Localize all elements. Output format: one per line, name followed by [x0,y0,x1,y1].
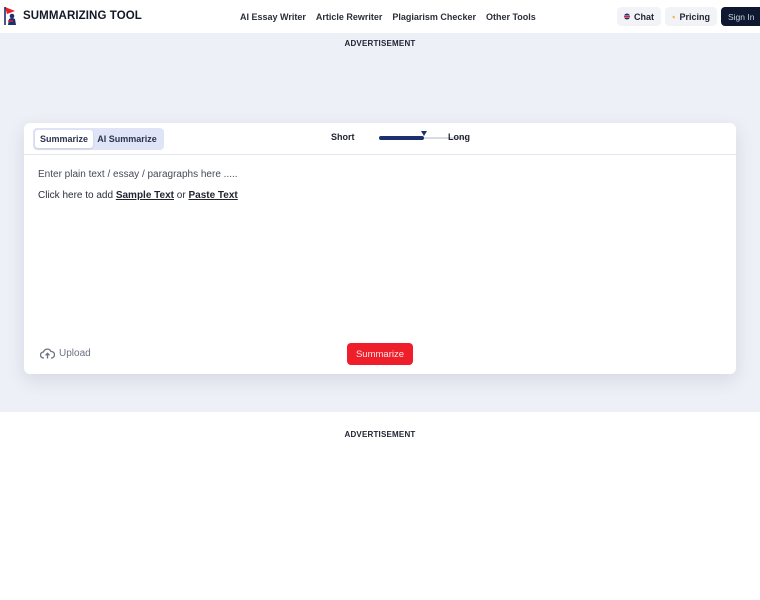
mode-switch: Summarize AI Summarize [33,128,164,150]
sample-hint: Click here to add Sample Text or Paste T… [38,190,238,201]
pricing-button[interactable]: Pricing [665,7,717,26]
pricing-label: Pricing [679,11,710,22]
sample-text-link[interactable]: Sample Text [116,190,174,201]
mode-ai-summarize[interactable]: AI Summarize [93,130,161,148]
slider-thumb[interactable] [421,131,427,136]
advertisement-label-top: ADVERTISEMENT [344,39,416,48]
summarize-button[interactable]: Summarize [347,343,413,365]
slider-fill [379,136,424,140]
main-nav: AI Essay Writer Article Rewriter Plagiar… [240,0,536,33]
hint-prefix: Click here to add [38,190,114,201]
star-icon [672,14,676,18]
nav-plagiarism-checker[interactable]: Plagiarism Checker [392,12,476,22]
cloud-upload-icon [40,348,55,359]
upload-label: Upload [59,348,91,359]
hint-or: or [176,190,186,201]
summarizer-card: Summarize AI Summarize Short Long Enter … [24,123,736,374]
length-min-label: Short [331,132,355,142]
nav-article-rewriter[interactable]: Article Rewriter [316,12,383,22]
length-max-label: Long [448,132,470,142]
card-toolbar: Summarize AI Summarize Short Long [24,123,736,155]
brand-name: SUMMARIZING TOOL [23,10,142,22]
chat-button[interactable]: Chat [617,7,661,26]
chat-label: Chat [634,11,654,22]
brand-logo[interactable]: SUMMARIZING TOOL [2,6,142,26]
editor-placeholder[interactable]: Enter plain text / essay / paragraphs he… [38,169,238,180]
advertisement-label-bottom: ADVERTISEMENT [344,430,416,439]
nav-other-tools[interactable]: Other Tools [486,12,536,22]
flag-person-logo-icon [4,7,16,25]
length-slider[interactable] [355,131,495,147]
nav-ai-essay-writer[interactable]: AI Essay Writer [240,12,306,22]
flag-badge-icon [624,13,630,20]
mode-summarize[interactable]: Summarize [35,130,93,148]
paste-text-link[interactable]: Paste Text [188,190,237,201]
upload-button[interactable]: Upload [40,348,91,359]
site-header: SUMMARIZING TOOL AI Essay Writer Article… [0,0,760,33]
sign-in-button[interactable]: Sign In [721,7,760,26]
